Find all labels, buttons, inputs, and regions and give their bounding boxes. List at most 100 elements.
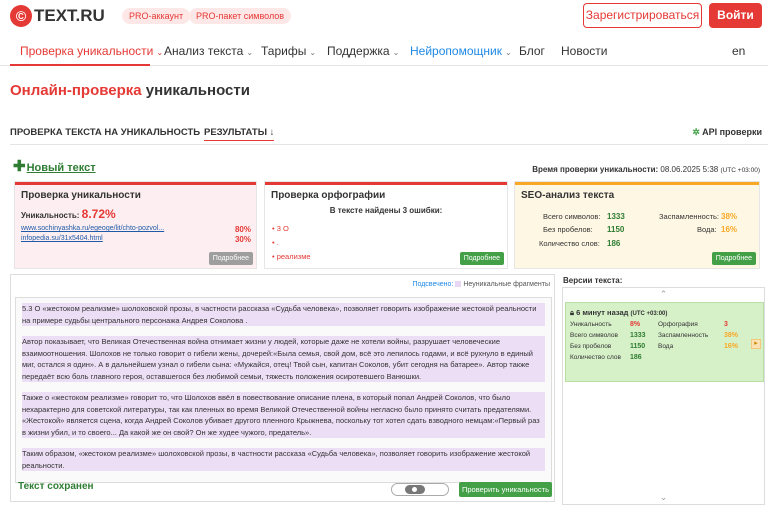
toggle-knob: [405, 485, 425, 494]
seo-card: SEO-анализ текста Всего символов: 1333 Б…: [514, 181, 760, 269]
pro-symbols-badge[interactable]: PRO-пакет символов: [189, 8, 292, 24]
nav-item-neuro[interactable]: Нейропомощник ⌄: [410, 44, 512, 58]
tab-check-text[interactable]: ПРОВЕРКА ТЕКСТА НА УНИКАЛЬНОСТЬ: [10, 127, 200, 138]
text-paragraph: Таким образом, «жестоком реализме» шолох…: [22, 448, 545, 471]
text-area[interactable]: 5.3 О «жестоком реализме» шолоховской пр…: [15, 297, 552, 483]
version-value: 1333: [630, 332, 646, 339]
spelling-error[interactable]: • .: [272, 238, 279, 247]
check-time-tz: (UTC +03:00): [720, 167, 760, 174]
source-link[interactable]: www.sochinyashka.ru/egeoge/lit/chto-pozv…: [21, 225, 164, 232]
nav-item-support[interactable]: Поддержка ⌄: [327, 44, 399, 58]
spelling-error[interactable]: • реализме: [272, 252, 311, 261]
version-tz: (UTC +03:00): [630, 311, 668, 317]
error-text: 3 О: [276, 224, 289, 233]
lang-switch[interactable]: en: [732, 44, 745, 58]
nav-item-analysis[interactable]: Анализ текста ⌄: [164, 44, 253, 58]
check-time-label: Время проверки уникальности:: [532, 165, 659, 174]
version-label: Орфография: [658, 321, 698, 328]
text-paragraph: 5.3 О «жестоком реализме» шолоховской пр…: [22, 303, 545, 326]
nav-item-tariffs[interactable]: Тарифы ⌄: [261, 44, 316, 58]
chevron-down-icon: ⌄: [156, 48, 164, 57]
highlight-toggle[interactable]: [391, 483, 449, 496]
nav-item-blog[interactable]: Блог: [519, 44, 545, 58]
title-rest: уникальности: [141, 82, 250, 99]
gear-icon: ✲: [692, 127, 700, 137]
seo-label: Вода:: [697, 225, 717, 234]
chevron-up-icon[interactable]: ⌃: [563, 289, 764, 300]
highlight-legend: Подсвечено: Неуникальные фрагменты: [412, 281, 550, 288]
logo[interactable]: © TEXT.RU: [10, 5, 105, 27]
card-accent: [515, 182, 759, 185]
version-value: 186: [630, 354, 642, 361]
version-label: Всего символов: [570, 332, 618, 339]
source-row: infopedia.su/31x5404.html 30%: [21, 235, 251, 244]
api-link[interactable]: ✲ API проверки: [692, 127, 762, 138]
version-value: 16%: [724, 343, 739, 350]
legend-swatch: [455, 281, 462, 288]
version-action-icon[interactable]: ▸: [751, 339, 761, 349]
new-text-link[interactable]: ✚Новый текст: [13, 157, 96, 175]
source-percent: 80%: [234, 225, 251, 234]
new-text-label: Новый текст: [26, 162, 96, 174]
more-button[interactable]: Подробнее: [711, 252, 756, 265]
nav-item-news[interactable]: Новости: [561, 44, 607, 58]
tab-results[interactable]: РЕЗУЛЬТАТЫ ↓: [204, 127, 275, 141]
nav-active-indicator: [10, 64, 150, 66]
check-time: Время проверки уникальности: 08.06.2025 …: [532, 165, 760, 174]
text-paragraph: Также о «жестоком реализме» говорит то, …: [22, 392, 545, 438]
register-button[interactable]: Зарегистрироваться: [583, 3, 702, 28]
chevron-down-icon: ⌄: [504, 48, 512, 57]
version-value: 38%: [724, 332, 739, 339]
card-title: Проверка орфографии: [271, 190, 386, 201]
check-time-value: 08.06.2025 5:38: [658, 165, 721, 174]
chevron-down-icon[interactable]: ⌄: [563, 492, 764, 503]
saved-status: Текст сохранен: [18, 481, 94, 492]
card-title: SEO-анализ текста: [521, 190, 615, 201]
text-editor-panel: Подсвечено: Неуникальные фрагменты 5.3 О …: [10, 274, 555, 502]
main-nav: Проверка уникальности ⌄ Анализ текста ⌄ Та…: [0, 36, 768, 66]
pro-account-badge[interactable]: PRO-аккаунт: [122, 8, 191, 24]
version-item[interactable]: 🔒︎ 6 минут назад (UTC +03:00) Уникальнос…: [565, 302, 764, 382]
source-percent: 30%: [234, 235, 251, 244]
source-row: www.sochinyashka.ru/egeoge/lit/chto-pozv…: [21, 225, 251, 234]
uniqueness-value: Уникальность: 8.72%: [21, 207, 116, 221]
nav-label: Анализ текста: [164, 44, 244, 58]
errors-found: В тексте найдены 3 ошибки:: [329, 206, 443, 215]
plus-icon: ✚: [13, 158, 26, 175]
uniqueness-label: Уникальность:: [21, 211, 80, 220]
seo-label: Всего символов:: [543, 212, 601, 221]
nav-label: Тарифы: [261, 44, 307, 58]
card-accent: [265, 182, 507, 185]
nav-label: Поддержка: [327, 44, 390, 58]
more-button[interactable]: Подробнее: [459, 252, 504, 265]
nav-item-uniqueness[interactable]: Проверка уникальности ⌄: [20, 44, 163, 58]
api-label: API проверки: [702, 127, 762, 137]
source-link[interactable]: infopedia.su/31x5404.html: [21, 235, 103, 242]
logo-text: TEXT.RU: [34, 6, 105, 25]
card-title: Проверка уникальности: [21, 190, 141, 201]
login-button[interactable]: Войти: [709, 3, 762, 28]
version-time: 🔒︎ 6 минут назад (UTC +03:00): [570, 308, 667, 318]
spelling-error[interactable]: • 3 О: [272, 224, 289, 233]
error-text: .: [276, 238, 279, 247]
version-label: Без пробелов: [570, 343, 612, 350]
uniqueness-card: Проверка уникальности Уникальность: 8.72…: [14, 181, 257, 269]
seo-value: 186: [607, 239, 621, 248]
seo-label: Заспамленность:: [659, 212, 720, 221]
seo-value: 38%: [721, 212, 738, 221]
version-value: 3: [724, 321, 728, 328]
seo-label: Количество слов:: [539, 239, 600, 248]
version-value: 8%: [630, 321, 641, 328]
check-uniqueness-button[interactable]: Проверить уникальность: [459, 482, 552, 497]
seo-value: 1150: [607, 225, 625, 234]
error-text: реализме: [276, 252, 311, 261]
version-time-text: 6 минут назад: [576, 308, 629, 317]
version-label: Вода: [658, 343, 674, 350]
chevron-down-icon: ⌄: [392, 48, 400, 57]
logo-mark: ©: [10, 5, 32, 27]
more-button[interactable]: Подробнее: [208, 252, 253, 265]
site-header: © TEXT.RU PRO-аккаунт PRO-пакет символов…: [0, 0, 768, 32]
version-label: Уникальность: [570, 321, 612, 328]
divider: [10, 144, 768, 145]
title-accent: Онлайн-проверка: [10, 82, 142, 99]
